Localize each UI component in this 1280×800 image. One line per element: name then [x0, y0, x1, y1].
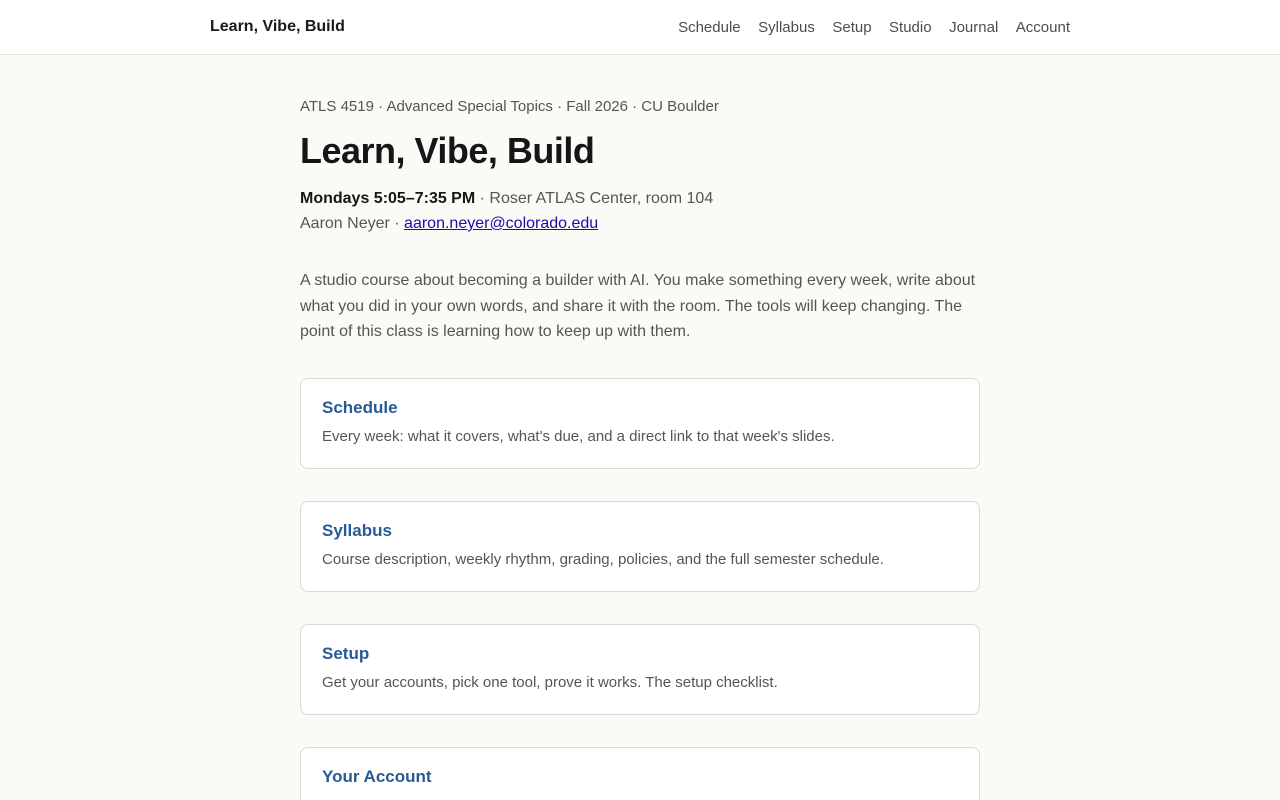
card-setup[interactable]: Setup Get your accounts, pick one tool, … [300, 623, 980, 715]
nav-link-syllabus[interactable]: Syllabus [758, 19, 815, 36]
class-time: Mondays 5:05–7:35 PM [300, 190, 476, 207]
nav-link-account[interactable]: Account [1016, 19, 1070, 36]
top-nav-inner: Learn, Vibe, Build Schedule Syllabus Set… [210, 0, 1070, 54]
card-description: Get your accounts, pick one tool, prove … [322, 673, 778, 691]
schedule-line: Mondays 5:05–7:35 PM · Roser ATLAS Cente… [300, 186, 980, 211]
class-location: · Roser ATLAS Center, room 104 [475, 190, 714, 207]
nav-link-schedule[interactable]: Schedule [678, 19, 741, 36]
nav-link-studio[interactable]: Studio [889, 19, 932, 36]
nav-link-setup[interactable]: Setup [832, 19, 871, 36]
course-meta: Mondays 5:05–7:35 PM · Roser ATLAS Cente… [300, 186, 980, 236]
page-title: Learn, Vibe, Build [300, 130, 595, 171]
section-cards: Schedule Every week: what it covers, wha… [300, 377, 980, 800]
card-description: Course description, weekly rhythm, gradi… [322, 550, 884, 568]
top-nav-bar: Learn, Vibe, Build Schedule Syllabus Set… [0, 0, 1280, 55]
instructor-name: Aaron Neyer · [300, 215, 405, 232]
main-nav: Schedule Syllabus Setup Studio Journal A… [661, 19, 1070, 36]
nav-link-journal[interactable]: Journal [949, 19, 998, 36]
card-title: Syllabus [322, 520, 392, 540]
card-your-account[interactable]: Your Account [300, 746, 980, 800]
card-syllabus[interactable]: Syllabus Course description, weekly rhyt… [300, 500, 980, 592]
card-title: Schedule [322, 397, 398, 417]
course-eyebrow: ATLS 4519 · Advanced Special Topics · Fa… [300, 98, 719, 115]
main-content: ATLS 4519 · Advanced Special Topics · Fa… [300, 55, 980, 800]
card-title: Setup [322, 643, 370, 663]
card-title: Your Account [322, 766, 432, 786]
instructor-line: Aaron Neyer · aaron.neyer@colorado.edu [300, 211, 980, 236]
card-description: Every week: what it covers, what's due, … [322, 427, 835, 445]
card-schedule[interactable]: Schedule Every week: what it covers, wha… [300, 377, 980, 469]
site-brand-link[interactable]: Learn, Vibe, Build [210, 18, 345, 36]
course-intro: A studio course about becoming a builder… [300, 272, 976, 340]
instructor-email-link[interactable]: aaron.neyer@colorado.edu [404, 215, 598, 232]
